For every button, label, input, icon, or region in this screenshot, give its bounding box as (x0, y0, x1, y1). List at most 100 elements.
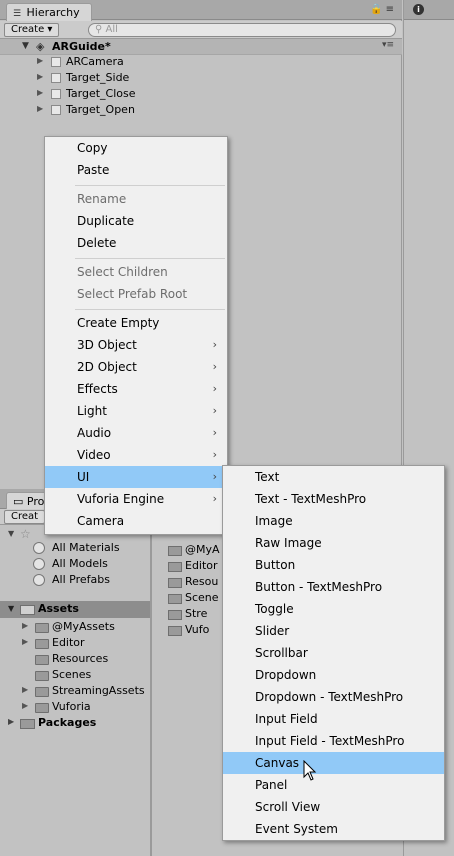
create-button[interactable]: Create ▾ (4, 23, 60, 37)
menu-item-duplicate[interactable]: Duplicate (45, 210, 227, 232)
menu-item-paste[interactable]: Paste (45, 159, 227, 181)
asset-folder-label: @MyAssets (52, 620, 115, 633)
submenu-item-dropdown[interactable]: Dropdown (223, 664, 444, 686)
submenu-item-scroll-view[interactable]: Scroll View (223, 796, 444, 818)
expand-arrow-icon[interactable]: ▼ (8, 529, 14, 538)
menu-separator (75, 309, 225, 310)
favorites-item[interactable]: All Materials (0, 540, 150, 556)
submenu-item-scrollbar[interactable]: Scrollbar (223, 642, 444, 664)
chevron-right-icon: › (212, 492, 217, 505)
favorites-item-label: All Prefabs (52, 573, 110, 586)
hierarchy-tab[interactable]: ☰ Hierarchy (6, 3, 92, 21)
collapsed-arrow-icon[interactable]: ▶ (22, 685, 28, 694)
submenu-item-event-system[interactable]: Event System (223, 818, 444, 840)
folder-icon (168, 562, 182, 572)
submenu-item-slider[interactable]: Slider (223, 620, 444, 642)
asset-list-item[interactable]: Stre (150, 606, 230, 622)
mouse-pointer-icon (303, 760, 317, 781)
folder-icon (168, 626, 182, 636)
menu-item-effects[interactable]: Effects › (45, 378, 227, 400)
submenu-item-raw-image[interactable]: Raw Image (223, 532, 444, 554)
search-filter-icon (33, 542, 45, 554)
favorites-item[interactable]: All Models (0, 556, 150, 572)
favorites-item[interactable]: All Prefabs (0, 572, 150, 588)
asset-list-label: Stre (185, 607, 208, 620)
menu-item-create-empty[interactable]: Create Empty (45, 312, 227, 334)
menu-item-3d-object[interactable]: 3D Object › (45, 334, 227, 356)
submenu-item-text[interactable]: Text (223, 466, 444, 488)
asset-list-item[interactable]: Resou (150, 574, 230, 590)
scene-menu-icon[interactable]: ▾≡ (382, 40, 394, 50)
hierarchy-tab-label: Hierarchy (26, 6, 80, 19)
hierarchy-item-label: Target_Open (66, 103, 135, 116)
submenu-item-image[interactable]: Image (223, 510, 444, 532)
tab-menu-icons[interactable]: 🔒 ≡ (370, 4, 394, 15)
gameobject-icon (51, 89, 61, 99)
submenu-item-canvas[interactable]: Canvas (223, 752, 444, 774)
folder-icon (168, 546, 182, 556)
menu-item-vuforia-engine[interactable]: Vuforia Engine › (45, 488, 227, 510)
expand-arrow-icon[interactable]: ▼ (22, 41, 29, 51)
submenu-item-toggle[interactable]: Toggle (223, 598, 444, 620)
submenu-item-panel[interactable]: Panel (223, 774, 444, 796)
folder-icon (168, 578, 182, 588)
menu-separator (75, 258, 225, 259)
menu-item-audio[interactable]: Audio › (45, 422, 227, 444)
asset-list-item[interactable]: Scene (150, 590, 230, 606)
menu-item-2d-object[interactable]: 2D Object › (45, 356, 227, 378)
collapsed-arrow-icon[interactable]: ▶ (37, 72, 43, 81)
collapsed-arrow-icon[interactable]: ▶ (22, 701, 28, 710)
menu-item-delete[interactable]: Delete (45, 232, 227, 254)
gameobject-icon (51, 105, 61, 115)
hierarchy-item[interactable]: ▶ Target_Open (0, 102, 402, 118)
search-input[interactable]: ⚲ All (88, 23, 396, 37)
asset-folder-label: Resources (52, 652, 109, 665)
hierarchy-item[interactable]: ▶ Target_Close (0, 86, 402, 102)
menu-item-light[interactable]: Light › (45, 400, 227, 422)
submenu-item-dropdown-textmeshpro[interactable]: Dropdown - TextMeshPro (223, 686, 444, 708)
submenu-item-input-field-textmeshpro[interactable]: Input Field - TextMeshPro (223, 730, 444, 752)
collapsed-arrow-icon[interactable]: ▶ (8, 717, 14, 726)
favorites-item-label: All Models (52, 557, 108, 570)
collapsed-arrow-icon[interactable]: ▶ (37, 56, 43, 65)
asset-folder-row[interactable]: ▶ @MyAssets (0, 619, 150, 635)
collapsed-arrow-icon[interactable]: ▶ (37, 88, 43, 97)
hierarchy-item-label: ARCamera (66, 55, 124, 68)
menu-item-camera[interactable]: Camera (45, 510, 227, 532)
menu-item-ui[interactable]: UI › (45, 466, 227, 488)
asset-folder-label: Editor (52, 636, 85, 649)
assets-root-row[interactable]: ▼ Assets (0, 601, 150, 618)
asset-folder-row[interactable]: Scenes (0, 667, 150, 683)
submenu-item-text-textmeshpro[interactable]: Text - TextMeshPro (223, 488, 444, 510)
chevron-right-icon: › (212, 360, 217, 373)
collapsed-arrow-icon[interactable]: ▶ (37, 104, 43, 113)
asset-folder-row[interactable]: ▶ Vuforia (0, 699, 150, 715)
project-create-button[interactable]: Creat (4, 510, 46, 524)
submenu-item-button[interactable]: Button (223, 554, 444, 576)
list-icon: ☰ (13, 9, 22, 19)
scene-row[interactable]: ▼ ◈ ARGuide* ▾≡ (0, 39, 402, 55)
asset-list-item[interactable]: @MyA (150, 542, 230, 558)
ui-submenu: Text Text - TextMeshPro Image Raw Image … (222, 465, 445, 841)
hierarchy-item[interactable]: ▶ Target_Side (0, 70, 402, 86)
collapsed-arrow-icon[interactable]: ▶ (22, 621, 28, 630)
asset-folder-label: StreamingAssets (52, 684, 145, 697)
asset-list-item[interactable]: Editor (150, 558, 230, 574)
menu-item-label: Audio (77, 426, 112, 440)
asset-folder-row[interactable]: ▶ Editor (0, 635, 150, 651)
submenu-item-button-textmeshpro[interactable]: Button - TextMeshPro (223, 576, 444, 598)
collapsed-arrow-icon[interactable]: ▶ (22, 637, 28, 646)
asset-folder-row[interactable]: Resources (0, 651, 150, 667)
inspector-tab[interactable]: i (404, 0, 454, 20)
expand-arrow-icon[interactable]: ▼ (8, 604, 14, 613)
hierarchy-item[interactable]: ▶ ARCamera (0, 54, 402, 70)
lock-icon[interactable]: 🔒 (370, 4, 382, 15)
menu-icon[interactable]: ≡ (386, 4, 394, 15)
packages-root-row[interactable]: ▶ Packages (0, 715, 150, 731)
menu-item-copy[interactable]: Copy (45, 137, 227, 159)
asset-folder-row[interactable]: ▶ StreamingAssets (0, 683, 150, 699)
submenu-item-input-field[interactable]: Input Field (223, 708, 444, 730)
menu-item-video[interactable]: Video › (45, 444, 227, 466)
asset-list-item[interactable]: Vufo (150, 622, 230, 638)
search-placeholder: All (105, 24, 118, 35)
